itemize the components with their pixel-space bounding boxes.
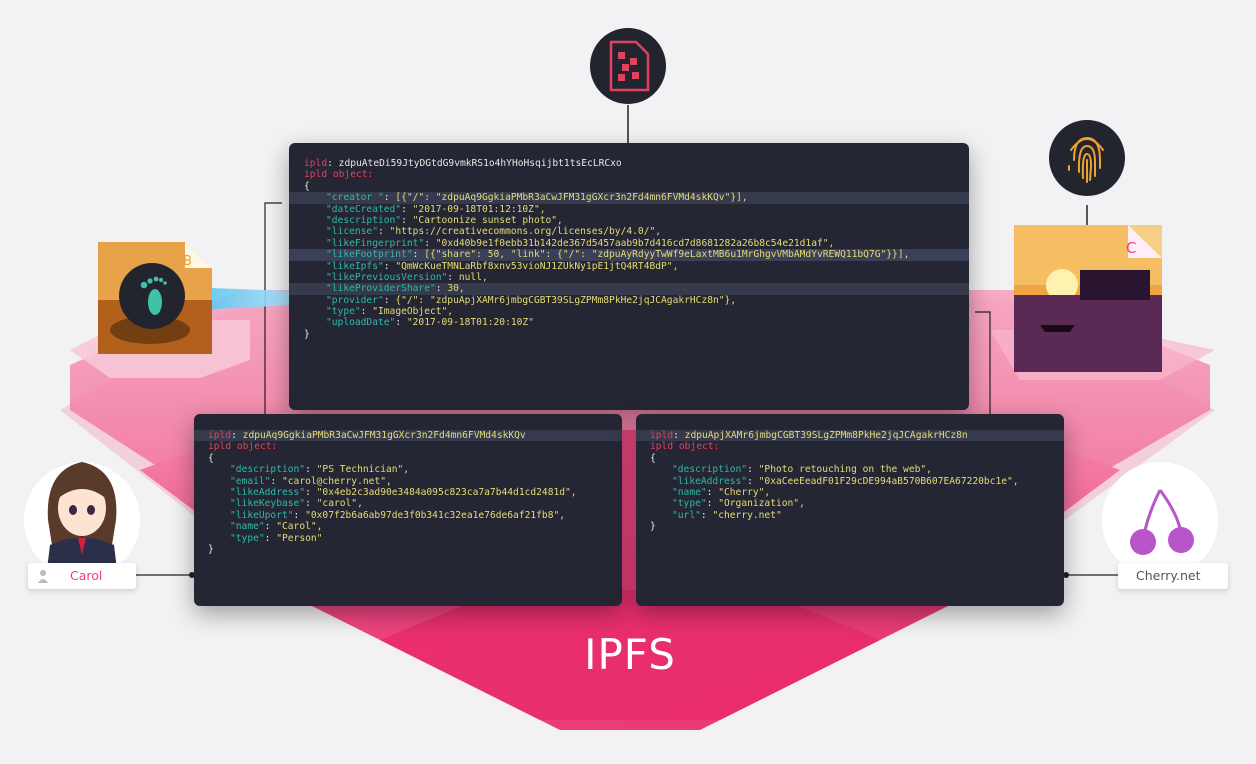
code-line: "likeUport": "0x07f2b6a6ab97de3f0b341c32… (230, 509, 566, 521)
code-line: "creator ": [{"/": "zdpuAq9GgkiaPMbR3aCw… (289, 192, 969, 204)
code-line: "likeAddress": "0x4eb2c3ad90e3484a095c82… (230, 486, 577, 498)
file-c-image: C (1014, 225, 1162, 372)
code-line: "likeKeybase": "carol", (230, 498, 363, 510)
code-line: "description": "Cartoonize sunset photo"… (326, 214, 563, 226)
code-value: [{"/": "zdpuAq9GgkiaPMbR3aCwJFM31gGXcr3n… (395, 192, 748, 204)
code-key: "likeAddress" (672, 475, 748, 487)
file-c-label: C (1126, 239, 1136, 257)
code-value: "Cartoonize sunset photo", (412, 214, 563, 226)
code-line: "license": "https://creativecommons.org/… (326, 226, 662, 238)
code-key: "likeIpfs" (326, 260, 384, 272)
code-line: "url": "cherry.net" (672, 509, 782, 521)
code-line: "dateCreated": "2017-09-18T01:12:10Z", (326, 203, 546, 215)
code-value: "0xd40b9e1f0ebb31b142de367d5457aab9b7d41… (435, 237, 835, 249)
file-b-image: B (98, 242, 212, 354)
code-value: "Person" (276, 532, 323, 544)
cherry-cid: zdpuApjXAMr6jmbgCGBT39SLgZPMm8PkHe2jqJCA… (684, 430, 968, 441)
code-value: "carol@cherry.net", (282, 475, 392, 487)
carol-avatar (24, 462, 140, 578)
code-key: "likeAddress" (230, 486, 306, 498)
code-key: "email" (230, 475, 271, 487)
cherry-icon (1130, 529, 1156, 555)
code-line: "description": "Photo retouching on the … (672, 464, 932, 476)
file-b-label: B (183, 254, 192, 269)
code-line: "description": "PS Technician", (230, 464, 410, 476)
code-value: "ImageObject", (372, 306, 454, 318)
code-line: "likeFingerprint": "0xd40b9e1f0ebb31b142… (326, 237, 835, 249)
code-line: "name": "Cherry", (672, 486, 771, 498)
code-key: "description" (230, 464, 306, 476)
cherry-label-card[interactable]: Cherry.net (1118, 563, 1228, 589)
code-value: "0x4eb2c3ad90e3484a095c823ca7a7b44d1cd24… (316, 486, 577, 498)
ipfs-diagram: B C ipld: zdpuAteDi59JtyDGtdG9vmkRS1o4hY… (0, 0, 1256, 764)
main-cid: zdpuAteDi59JtyDGtdG9vmkRS1o4hYHoHsqijbt1… (338, 158, 622, 169)
code-line: "type": "Organization", (672, 498, 805, 510)
code-value: "PS Technician", (316, 464, 410, 476)
code-key: "uploadDate" (326, 317, 396, 329)
code-value: "2017-09-18T01:12:10Z", (412, 203, 546, 215)
code-line: "likePreviousVersion": null, (326, 271, 488, 283)
user-icon (38, 569, 48, 583)
main-ipld-panel: ipld: zdpuAteDi59JtyDGtdG9vmkRS1o4hYHoHs… (289, 143, 969, 410)
code-key: "type" (326, 306, 361, 318)
code-key: "dateCreated" (326, 203, 402, 215)
code-line: "likeProviderShare": 30, (289, 283, 969, 295)
code-line: "likeFootprint": [{"share": 50, "link": … (289, 249, 969, 261)
cherry-avatar (1102, 462, 1218, 578)
code-line: "name": "Carol", (230, 521, 323, 533)
code-value: {"/": "zdpuApjXAMr6jmbgCGBT39SLgZPMm8PkH… (395, 294, 737, 306)
code-value: "2017-09-18T01:20:10Z" (406, 317, 534, 329)
code-value: 30, (447, 283, 465, 295)
code-key: "provider" (326, 294, 384, 306)
code-value: "https://creativecommons.org/licenses/by… (389, 226, 662, 238)
code-line: "provider": {"/": "zdpuApjXAMr6jmbgCGBT3… (326, 294, 737, 306)
code-key: "license" (326, 226, 378, 238)
code-value: null, (458, 271, 488, 283)
ipfs-title: IPFS (584, 630, 676, 679)
code-line: "type": "ImageObject", (326, 306, 454, 318)
code-value: "Organization", (718, 498, 805, 510)
code-key: "likeFootprint" (326, 249, 413, 261)
code-value: "QmWcKueTMNLaRbf8xnv53vioNJ1ZUkNy1pE1jtQ… (395, 260, 679, 272)
code-key: "creator " (326, 192, 384, 204)
code-value: "Carol", (276, 521, 323, 533)
code-line: "type": "Person" (230, 532, 323, 544)
code-key: "description" (672, 464, 748, 476)
cherry-ipld-panel: ipld: zdpuApjXAMr6jmbgCGBT39SLgZPMm8PkHe… (636, 414, 1064, 606)
fingerprint-icon (1049, 120, 1125, 196)
code-value: "cherry.net" (712, 509, 782, 521)
code-line: "likeIpfs": "QmWcKueTMNLaRbf8xnv53vioNJ1… (326, 260, 679, 272)
code-value: "0xaCeeEeadF01F29cDE994aB570B607EA67220b… (758, 475, 1019, 487)
code-value: [{"share": 50, "link": {"/": "zdpuAyRdyy… (424, 249, 910, 261)
code-key: "name" (672, 486, 707, 498)
code-key: "likeKeybase" (230, 498, 306, 510)
code-line: "uploadDate": "2017-09-18T01:20:10Z" (326, 317, 534, 329)
code-value: "carol", (316, 498, 363, 510)
carol-label: Carol (70, 568, 103, 583)
cherry-label: Cherry.net (1136, 568, 1201, 583)
carol-cid: zdpuAq9GgkiaPMbR3aCwJFM31gGXcr3n2Fd4mn6F… (242, 430, 526, 441)
code-key: "likeProviderShare" (326, 283, 436, 295)
code-key: "url" (672, 509, 701, 521)
code-value: "Cherry", (718, 486, 771, 498)
code-value: "Photo retouching on the web", (758, 464, 932, 476)
code-key: "likeUport" (230, 509, 294, 521)
code-key: "description" (326, 214, 402, 226)
code-line: "likeAddress": "0xaCeeEeadF01F29cDE994aB… (672, 475, 1019, 487)
code-key: "likePreviousVersion" (326, 271, 448, 283)
code-key: "name" (230, 521, 265, 533)
carol-label-card[interactable]: Carol (28, 563, 136, 589)
carol-ipld-panel: ipld: zdpuAq9GgkiaPMbR3aCwJFM31gGXcr3n2F… (194, 414, 622, 606)
code-line: "email": "carol@cherry.net", (230, 475, 392, 487)
code-key: "type" (230, 532, 265, 544)
code-value: "0x07f2b6a6ab97de3f0b341c32ea1e76de6af21… (305, 509, 566, 521)
code-key: "type" (672, 498, 707, 510)
file-mosaic-icon (590, 28, 666, 104)
code-key: "likeFingerprint" (326, 237, 425, 249)
